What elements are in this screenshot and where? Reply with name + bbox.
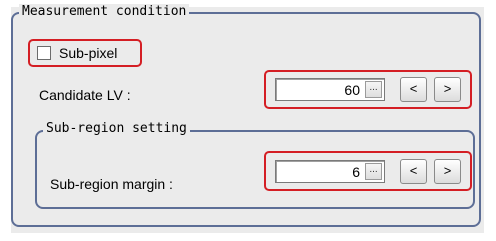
subregion-setting-title: Sub-region setting	[43, 121, 190, 137]
measurement-condition-title: Measurement condition	[19, 4, 190, 20]
subpixel-checkbox[interactable]	[37, 46, 51, 60]
subregion-margin-increment-button[interactable]: >	[434, 159, 461, 184]
subregion-margin-browse-button[interactable]: ...	[365, 163, 382, 180]
subregion-margin-value: 6	[352, 164, 360, 180]
candidate-lv-browse-button[interactable]: ...	[365, 81, 382, 98]
candidate-lv-increment-button[interactable]: >	[434, 77, 461, 102]
settings-panel: Measurement condition Sub-pixel Candidat…	[11, 4, 484, 233]
candidate-lv-label: Candidate LV :	[39, 87, 131, 103]
candidate-lv-decrement-button[interactable]: <	[400, 77, 427, 102]
subregion-margin-label: Sub-region margin :	[50, 176, 173, 192]
subpixel-label[interactable]: Sub-pixel	[59, 45, 117, 61]
subregion-margin-decrement-button[interactable]: <	[400, 159, 427, 184]
subregion-margin-input[interactable]: 6 ...	[275, 160, 385, 183]
candidate-lv-value: 60	[344, 82, 360, 98]
candidate-lv-input[interactable]: 60 ...	[275, 78, 385, 101]
